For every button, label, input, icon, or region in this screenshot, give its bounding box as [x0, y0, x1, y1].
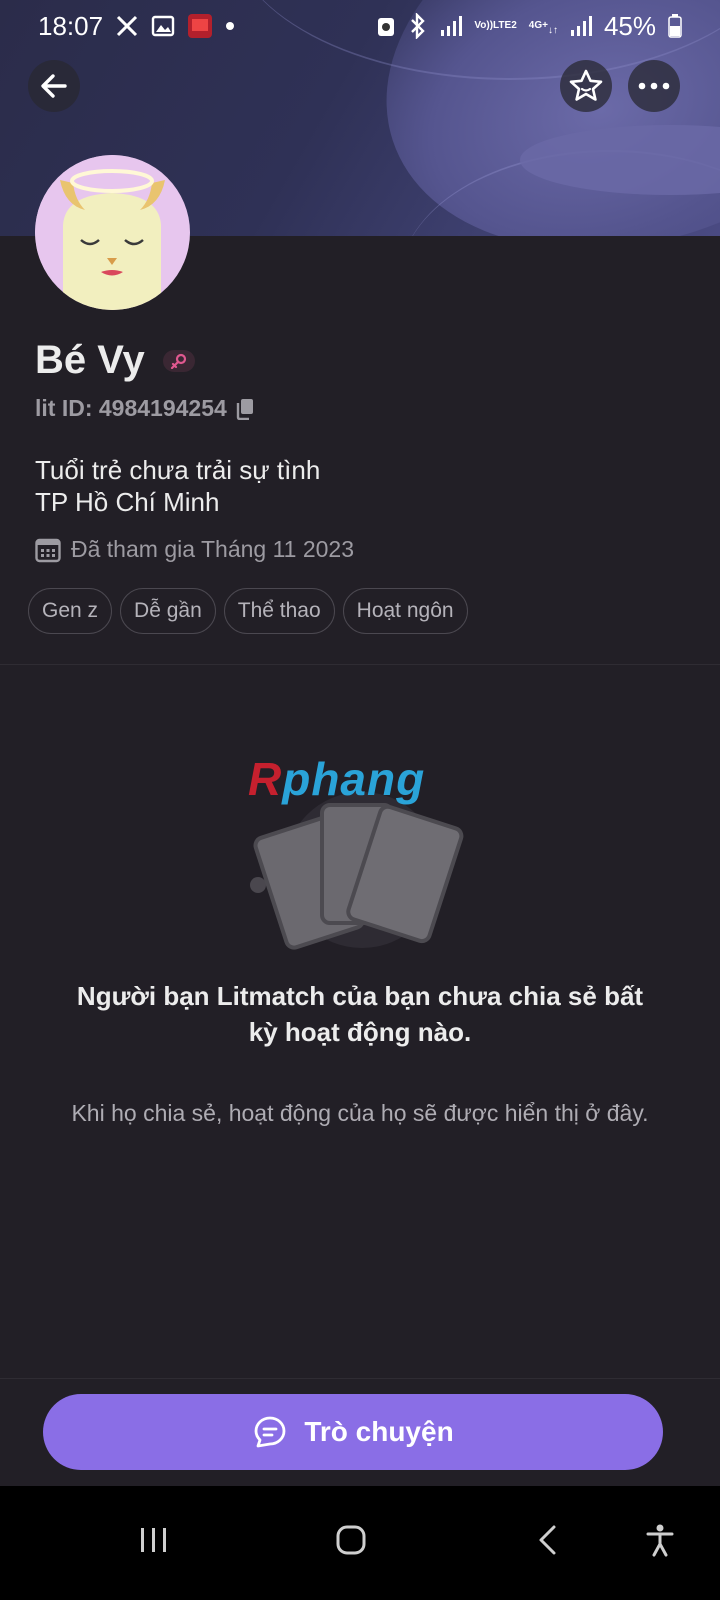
name-row: Bé Vy	[35, 338, 195, 383]
female-icon	[170, 353, 186, 369]
tag-chip[interactable]: Gen z	[28, 588, 113, 634]
system-nav-bar	[0, 1486, 720, 1600]
back-nav-icon	[539, 1525, 556, 1555]
x-app-icon	[115, 14, 139, 38]
lit-id: lit ID: 4984194254	[35, 395, 227, 421]
arrow-left-icon	[41, 74, 67, 98]
recent-apps-button[interactable]	[124, 1510, 184, 1570]
volte-label: Vo)) LTE2	[474, 20, 517, 31]
empty-state-subtitle: Khi họ chia sẻ, hoạt động của họ sẽ được…	[71, 1100, 649, 1126]
lit-id-row[interactable]: lit ID: 4984194254	[35, 395, 255, 422]
joined-date: Đã tham gia Tháng 11 2023	[71, 536, 355, 562]
profile-name: Bé Vy	[35, 338, 145, 382]
tag-chip[interactable]: Dễ gần	[120, 588, 216, 634]
back-button[interactable]	[28, 60, 80, 112]
app-notification-icon	[187, 13, 213, 39]
dot-icon	[225, 21, 235, 31]
tag-chip[interactable]: Thể thao	[223, 588, 335, 634]
section-divider	[0, 664, 720, 665]
watermark: Rphang	[248, 753, 426, 805]
chat-button[interactable]: Trò chuyện	[43, 1394, 663, 1470]
chat-button-label: Trò chuyện	[304, 1416, 454, 1447]
bottom-divider	[0, 1378, 720, 1379]
joined-row: Đã tham gia Tháng 11 2023	[35, 536, 354, 563]
profile-bio: Tuổi trẻ chưa trải sự tình TP Hồ Chí Min…	[35, 454, 320, 518]
copy-icon[interactable]	[235, 398, 255, 420]
avatar-illustration	[35, 155, 189, 310]
favorite-button[interactable]	[560, 60, 612, 112]
gender-badge	[162, 349, 195, 372]
back-nav-button[interactable]	[518, 1510, 578, 1570]
empty-state-title: Người bạn Litmatch của bạn chưa chia sẻ …	[76, 981, 644, 1047]
more-icon	[638, 82, 670, 90]
avatar[interactable]	[35, 155, 190, 310]
status-time: 18:07	[38, 10, 104, 41]
accessibility-icon	[646, 1524, 674, 1557]
location-text: TP Hồ Chí Minh	[35, 487, 220, 517]
home-icon	[336, 1525, 366, 1555]
status-bar: 18:07 Vo)) LTE2 4G+ ↓↑ 45%	[0, 0, 720, 52]
battery-percent: 45%	[603, 10, 656, 41]
gallery-icon	[151, 14, 175, 38]
accessibility-button[interactable]	[630, 1510, 690, 1570]
star-icon	[569, 69, 603, 101]
sync-icon	[376, 14, 396, 38]
signal-icon-2	[570, 15, 592, 37]
tag-chip[interactable]: Hoạt ngôn	[342, 588, 468, 634]
battery-icon	[668, 14, 682, 38]
bio-text: Tuổi trẻ chưa trải sự tình	[35, 455, 321, 485]
more-options-button[interactable]	[628, 60, 680, 112]
network-type-label: 4G+ ↓↑	[528, 20, 558, 36]
recent-apps-icon	[141, 1528, 166, 1552]
signal-icon	[440, 15, 463, 37]
chat-bubble-icon	[254, 1416, 286, 1448]
home-button[interactable]	[321, 1510, 381, 1570]
calendar-icon	[35, 538, 61, 562]
bluetooth-icon	[408, 13, 428, 39]
interest-tags: Gen z Dễ gần Thể thao Hoạt ngôn	[28, 588, 468, 634]
